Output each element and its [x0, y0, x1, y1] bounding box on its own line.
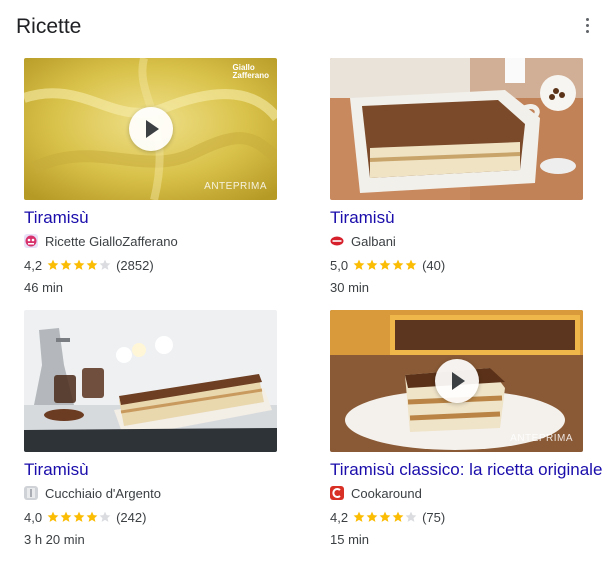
recipe-rating: 4,2 (75)	[330, 509, 602, 525]
star-icon	[392, 259, 404, 270]
star-icon	[392, 511, 404, 522]
play-icon[interactable]	[434, 359, 479, 403]
star-icon	[99, 259, 111, 270]
recipe-rating: 5,0 (40)	[330, 257, 602, 273]
recipe-title-link[interactable]: Tiramisù	[330, 208, 602, 228]
cookaround-icon	[330, 486, 344, 500]
recipe-source: Cookaround	[330, 485, 602, 501]
source-name: Galbani	[351, 233, 396, 249]
preview-badge: ANTEPRIMA	[510, 433, 573, 444]
recipe-thumbnail[interactable]: ANTEPRIMA	[330, 310, 583, 452]
rating-value: 5,0	[330, 257, 349, 273]
preview-badge: ANTEPRIMA	[204, 181, 267, 192]
star-icon	[405, 511, 417, 522]
star-icon	[60, 511, 72, 522]
review-count: (40)	[422, 257, 446, 273]
star-icon	[353, 259, 365, 270]
star-icon	[366, 259, 378, 270]
recipe-source: Galbani	[330, 233, 602, 249]
rating-value: 4,2	[330, 509, 349, 525]
source-name: Cookaround	[351, 485, 422, 501]
review-count: (75)	[422, 509, 446, 525]
cook-time: 30 min	[330, 280, 370, 295]
star-icon	[86, 511, 98, 522]
recipe-card[interactable]: Giallo Zafferano ANTEPRIMA Tiramisù Ricet…	[24, 58, 306, 295]
recipe-thumbnail[interactable]	[24, 310, 277, 452]
section-title: Ricette	[16, 15, 82, 38]
star-icon	[379, 259, 391, 270]
recipe-source: Cucchiaio d'Argento	[24, 485, 306, 501]
recipe-card[interactable]: Tiramisù Cucchiaio d'Argento 4,0 (242) 3…	[24, 310, 306, 547]
play-icon[interactable]	[128, 107, 173, 151]
tiramisu-moka-image	[24, 310, 277, 452]
star-icon	[379, 511, 391, 522]
recipe-card[interactable]: Tiramisù Galbani 5,0 (40) 30 min	[330, 58, 602, 295]
review-count: (242)	[116, 509, 147, 525]
recipe-source: Ricette GialloZafferano	[24, 233, 306, 249]
star-icon	[405, 259, 417, 270]
section-header: Ricette	[16, 12, 602, 44]
star-icon	[99, 511, 111, 522]
rating-value: 4,0	[24, 509, 43, 525]
source-name: Cucchiaio d'Argento	[45, 485, 161, 501]
recipe-thumbnail[interactable]: Giallo Zafferano ANTEPRIMA	[24, 58, 277, 200]
recipe-thumbnail[interactable]	[330, 58, 583, 200]
star-icon	[73, 511, 85, 522]
star-icon	[47, 259, 59, 270]
cucchiaio-icon	[24, 486, 38, 500]
review-count: (2852)	[116, 257, 154, 273]
recipe-card[interactable]: ANTEPRIMA Tiramisù classico: la ricetta …	[330, 310, 602, 547]
star-icon	[47, 511, 59, 522]
recipe-rating: 4,0 (242)	[24, 509, 306, 525]
rating-stars	[47, 259, 112, 271]
rating-stars	[47, 511, 112, 523]
galbani-icon	[330, 234, 344, 248]
watermark-logo: Giallo Zafferano	[232, 63, 269, 80]
cook-time: 46 min	[24, 280, 64, 295]
cook-time: 15 min	[330, 532, 370, 547]
star-icon	[86, 259, 98, 270]
recipe-title-link[interactable]: Tiramisù	[24, 208, 306, 228]
more-options-icon[interactable]	[583, 18, 591, 36]
recipe-title-link[interactable]: Tiramisù classico: la ricetta originale	[330, 460, 602, 480]
giallozafferano-icon	[24, 234, 38, 248]
star-icon	[60, 259, 72, 270]
cook-time: 3 h 20 min	[24, 532, 85, 547]
star-icon	[366, 511, 378, 522]
tiramisu-dish-image	[330, 58, 583, 200]
star-icon	[353, 511, 365, 522]
rating-stars	[353, 511, 418, 523]
rating-value: 4,2	[24, 257, 43, 273]
rating-stars	[353, 259, 418, 271]
source-name: Ricette GialloZafferano	[45, 233, 178, 249]
recipe-rating: 4,2 (2852)	[24, 257, 306, 273]
star-icon	[73, 259, 85, 270]
recipe-title-link[interactable]: Tiramisù	[24, 460, 306, 480]
